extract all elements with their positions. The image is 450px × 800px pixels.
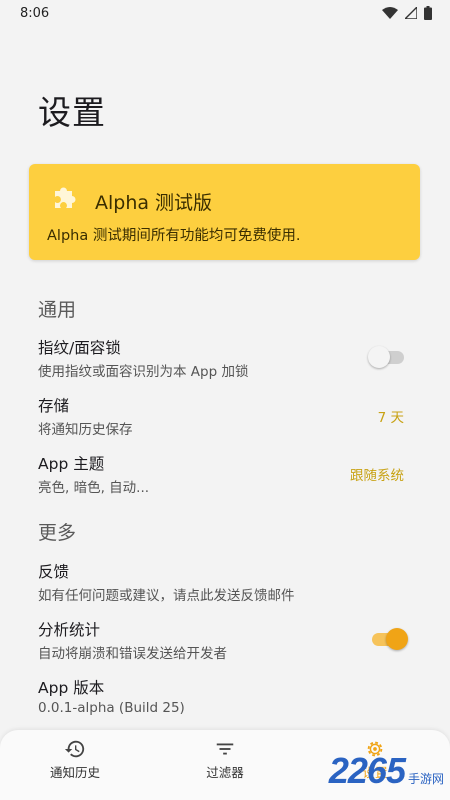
setting-title: 存储 bbox=[38, 397, 70, 415]
status-icons bbox=[382, 6, 432, 20]
setting-subtitle: 使用指纹或面容识别为本 App 加锁 bbox=[38, 364, 249, 380]
setting-title: 指纹/面容锁 bbox=[38, 339, 121, 357]
setting-title: App 主题 bbox=[38, 455, 105, 473]
nav-item-filter[interactable]: 过滤器 bbox=[150, 730, 300, 800]
toggle-thumb bbox=[368, 346, 390, 368]
setting-subtitle: 0.0.1-alpha (Build 25) bbox=[38, 700, 185, 716]
setting-storage[interactable]: 存储 将通知历史保存 7 天 bbox=[0, 394, 450, 446]
setting-title: 反馈 bbox=[38, 563, 70, 581]
toggle-thumb bbox=[386, 628, 408, 650]
nav-item-history[interactable]: 通知历史 bbox=[0, 730, 150, 800]
nav-label: 过滤器 bbox=[206, 765, 244, 780]
filter-icon bbox=[216, 743, 234, 755]
nav-label: 通知历史 bbox=[49, 765, 100, 780]
section-header-more: 更多 bbox=[38, 522, 77, 544]
alpha-banner-card: Alpha 测试版 Alpha 测试期间所有功能均可免费使用. bbox=[29, 164, 420, 260]
wifi-icon bbox=[382, 7, 398, 19]
setting-feedback[interactable]: 反馈 如有任何问题或建议，请点此发送反馈邮件 bbox=[0, 560, 450, 612]
watermark-number: 2265 bbox=[328, 750, 406, 791]
watermark-text: 手游网 bbox=[407, 772, 444, 786]
alpha-card-description: Alpha 测试期间所有功能均可免费使用. bbox=[47, 228, 301, 244]
setting-fingerprint-lock[interactable]: 指纹/面容锁 使用指纹或面容识别为本 App 加锁 bbox=[0, 336, 450, 388]
status-bar: 8:06 bbox=[0, 0, 450, 26]
status-time: 8:06 bbox=[20, 5, 50, 21]
setting-subtitle: 亮色, 暗色, 自动... bbox=[38, 480, 150, 496]
setting-title: 分析统计 bbox=[38, 621, 101, 639]
cellular-signal-icon bbox=[405, 7, 417, 19]
setting-subtitle: 自动将崩溃和错误发送给开发者 bbox=[38, 646, 227, 662]
setting-app-version[interactable]: App 版本 0.0.1-alpha (Build 25) bbox=[0, 676, 450, 728]
battery-icon bbox=[424, 6, 432, 20]
watermark-logo: 2265 手游网 bbox=[329, 750, 444, 792]
setting-subtitle: 如有任何问题或建议，请点此发送反馈邮件 bbox=[38, 588, 295, 604]
setting-analytics[interactable]: 分析统计 自动将崩溃和错误发送给开发者 bbox=[0, 618, 450, 670]
section-header-general: 通用 bbox=[38, 299, 77, 321]
puzzle-icon bbox=[55, 187, 76, 208]
history-icon bbox=[64, 740, 85, 758]
fingerprint-lock-toggle[interactable] bbox=[368, 346, 406, 368]
alpha-card-title: Alpha 测试版 bbox=[95, 192, 213, 214]
page-title: 设置 bbox=[38, 93, 106, 132]
storage-value: 7 天 bbox=[377, 410, 404, 426]
setting-app-theme[interactable]: App 主题 亮色, 暗色, 自动... 跟随系统 bbox=[0, 452, 450, 504]
setting-title: App 版本 bbox=[38, 679, 105, 697]
analytics-toggle[interactable] bbox=[370, 628, 408, 650]
theme-value: 跟随系统 bbox=[350, 468, 404, 484]
setting-subtitle: 将通知历史保存 bbox=[38, 422, 133, 438]
